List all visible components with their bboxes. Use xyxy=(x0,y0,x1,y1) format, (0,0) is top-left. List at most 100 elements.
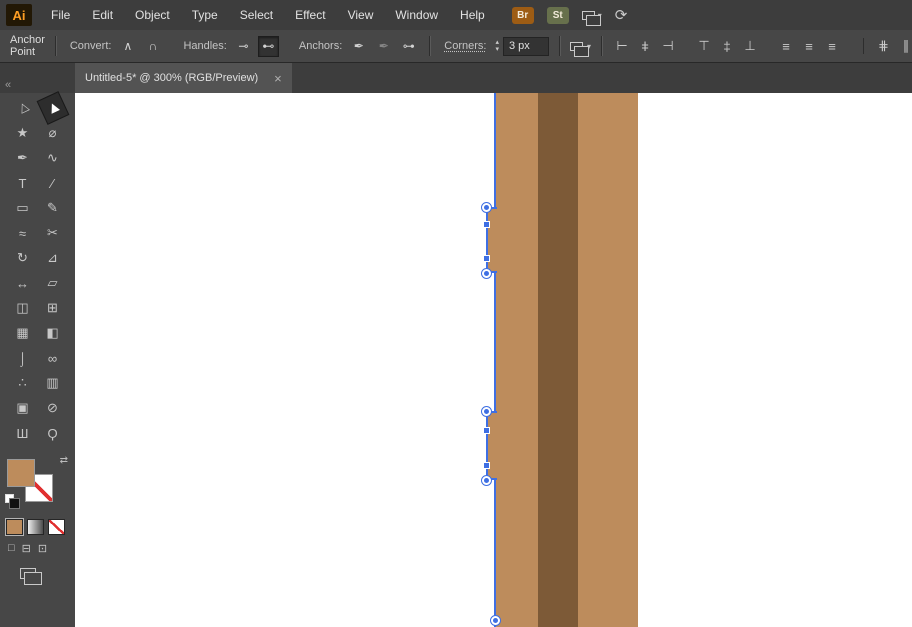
divider xyxy=(429,36,430,56)
transform-preset-button[interactable]: ▾ xyxy=(570,42,591,51)
sync-icon[interactable]: ⟳ xyxy=(615,8,628,23)
menu-select[interactable]: Select xyxy=(229,0,284,30)
convert-to-smooth-button[interactable]: ∩ xyxy=(142,36,163,57)
free-transform-tool[interactable]: ▱ xyxy=(40,271,66,295)
shape-builder-tool[interactable]: ◫ xyxy=(10,296,36,320)
stepper-up-icon[interactable]: ▴ xyxy=(495,39,499,46)
selection-tab[interactable] xyxy=(486,207,497,273)
bounding-box-icon xyxy=(570,42,583,51)
appearance-buttons xyxy=(6,519,65,535)
anchor-point-round[interactable] xyxy=(481,406,492,417)
slice-tool[interactable]: ⊘ xyxy=(40,396,66,420)
divider xyxy=(601,36,602,56)
add-anchor-button[interactable]: ✒ xyxy=(373,36,394,57)
align-vertical-center-button[interactable]: ‡ xyxy=(719,39,735,54)
stock-button[interactable]: St xyxy=(547,7,569,24)
anchor-point-round[interactable] xyxy=(481,475,492,486)
anchor-point-square[interactable] xyxy=(483,462,490,469)
scissors-tool[interactable]: ✂ xyxy=(40,221,66,245)
draw-behind-icon[interactable]: ⊟ xyxy=(22,542,31,555)
menu-edit[interactable]: Edit xyxy=(81,0,124,30)
convert-to-corner-button[interactable]: ∧ xyxy=(117,36,138,57)
mesh-tool[interactable]: ▦ xyxy=(10,321,36,345)
panel-dock-header: « xyxy=(0,63,75,93)
scale-tool[interactable]: ⊿ xyxy=(40,246,66,270)
align-vertical-top-button[interactable]: ⊤ xyxy=(696,38,712,54)
distribute-vertical-top-button[interactable]: ≡ xyxy=(778,39,794,54)
distribute-vertical-bottom-button[interactable]: ≡ xyxy=(824,39,840,54)
lasso-tool[interactable]: ⌀ xyxy=(40,121,66,145)
column-graph-tool[interactable]: ▥ xyxy=(40,371,66,395)
hand-tool[interactable]: Ш xyxy=(10,421,36,445)
type-tool[interactable]: T xyxy=(10,171,36,195)
artboard-tool[interactable]: ▣ xyxy=(10,396,36,420)
magic-wand-tool[interactable]: ★ xyxy=(10,121,36,145)
draw-normal-icon[interactable]: □ xyxy=(8,542,15,555)
show-handles-button[interactable]: ⊷ xyxy=(258,36,279,57)
anchor-point-round[interactable] xyxy=(490,615,501,626)
line-segment-tool[interactable]: ∕ xyxy=(40,171,66,195)
menu-type[interactable]: Type xyxy=(181,0,229,30)
artwork-stripe[interactable] xyxy=(538,93,578,627)
curvature-tool[interactable]: ∿ xyxy=(40,146,66,170)
document-tab[interactable]: Untitled-5* @ 300% (RGB/Preview) × xyxy=(75,63,292,93)
rotate-tool[interactable]: ↻ xyxy=(10,246,36,270)
anchor-point-round[interactable] xyxy=(481,268,492,279)
menu-view[interactable]: View xyxy=(337,0,385,30)
selection-tool[interactable]: ▷ xyxy=(6,91,39,125)
tab-close-icon[interactable]: × xyxy=(274,71,282,86)
eyedropper-tool[interactable]: ⌡ xyxy=(10,346,36,370)
collapse-panel-icon[interactable]: « xyxy=(5,79,11,91)
align-horizontal-left-button[interactable]: ⊢ xyxy=(614,38,630,54)
gradient-tool[interactable]: ◧ xyxy=(40,321,66,345)
menu-help[interactable]: Help xyxy=(449,0,496,30)
distribute-horizontal-space-button[interactable]: ⋕ xyxy=(863,38,891,54)
menu-object[interactable]: Object xyxy=(124,0,181,30)
anchor-point-square[interactable] xyxy=(483,221,490,228)
color-button[interactable] xyxy=(6,519,23,535)
menu-file[interactable]: File xyxy=(40,0,81,30)
gradient-button[interactable] xyxy=(27,519,44,535)
corners-label[interactable]: Corners: xyxy=(444,40,486,52)
bridge-button[interactable]: Br xyxy=(512,7,534,24)
none-button[interactable] xyxy=(48,519,65,535)
swap-fill-stroke-icon[interactable]: ⇄ xyxy=(60,455,68,466)
align-vertical-bottom-button[interactable]: ⊥ xyxy=(742,38,758,54)
menu-effect[interactable]: Effect xyxy=(284,0,336,30)
align-horizontal-center-button[interactable]: ǂ xyxy=(637,39,653,54)
paintbrush-tool[interactable]: ✎ xyxy=(40,196,66,220)
swatch-area: ⇄ xyxy=(0,453,75,511)
pen-tool[interactable]: ✒ xyxy=(10,146,36,170)
screen-mode-button[interactable] xyxy=(20,566,36,584)
blend-tool[interactable]: ∞ xyxy=(40,346,66,370)
shaper-tool[interactable]: ≈ xyxy=(10,221,36,245)
anchor-point-square[interactable] xyxy=(483,427,490,434)
draw-inside-icon[interactable]: ⊡ xyxy=(38,542,47,555)
remove-anchor-button[interactable]: ✒ xyxy=(348,36,369,57)
symbol-sprayer-tool[interactable]: ∴ xyxy=(10,371,36,395)
connect-anchors-button[interactable]: ⊶ xyxy=(398,36,419,57)
default-swatches-icon[interactable] xyxy=(5,494,14,503)
fill-swatch[interactable] xyxy=(7,459,35,487)
zoom-tool[interactable]: Ϙ xyxy=(40,421,66,445)
screen-mode-icon xyxy=(20,568,36,579)
selection-tab[interactable] xyxy=(486,411,497,480)
menu-window[interactable]: Window xyxy=(384,0,449,30)
hide-handles-button[interactable]: ⊸ xyxy=(233,36,254,57)
distribute-vertical-space-button[interactable]: ∥ xyxy=(898,38,912,54)
rectangle-tool[interactable]: ▭ xyxy=(10,196,36,220)
width-tool[interactable]: ↔ xyxy=(10,271,36,295)
canvas[interactable] xyxy=(75,93,912,627)
app-logo[interactable]: Ai xyxy=(6,4,32,26)
perspective-grid-tool[interactable]: ⊞ xyxy=(40,296,66,320)
anchor-point-square[interactable] xyxy=(483,255,490,262)
workspace-switcher[interactable]: ▾ xyxy=(582,11,602,20)
corners-stepper[interactable]: ▴ ▾ xyxy=(495,39,499,53)
anchor-point-round[interactable] xyxy=(481,202,492,213)
stepper-down-icon[interactable]: ▾ xyxy=(495,46,499,53)
direct-selection-tool[interactable]: ▶ xyxy=(36,91,69,125)
corners-input[interactable] xyxy=(503,37,549,56)
align-horizontal-right-button[interactable]: ⊣ xyxy=(660,38,676,54)
selection-path[interactable] xyxy=(494,93,496,627)
distribute-vertical-center-button[interactable]: ≡ xyxy=(801,39,817,54)
